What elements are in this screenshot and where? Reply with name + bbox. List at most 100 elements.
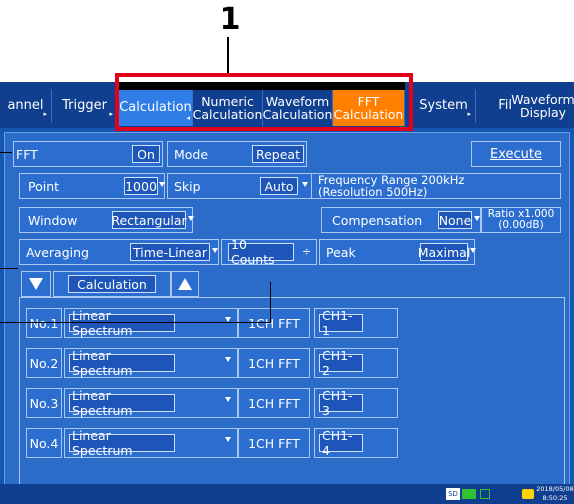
storage-indicator-icon — [462, 489, 476, 499]
dropdown-arrow-icon — [212, 248, 218, 253]
calc-type-value: Linear Spectrum — [69, 348, 175, 378]
point-setting: Point 1000 — [19, 173, 165, 199]
point-label: Point — [28, 178, 60, 194]
fft-settings-panel: FFT On Mode Repeat Execute Point 1000 Sk… — [4, 132, 570, 494]
power-plug-icon — [522, 489, 534, 499]
dropdown-arrow-icon — [474, 216, 480, 221]
dropdown-arrow-icon — [225, 357, 231, 362]
mode-setting: Mode Repeat — [167, 141, 307, 167]
row-number: No.2 — [26, 348, 62, 378]
skip-setting: Skip Auto — [167, 173, 313, 199]
averaging-setting: Averaging Time-Linear — [19, 239, 219, 265]
calc-type-select[interactable]: Linear Spectrum — [64, 308, 238, 338]
calc-type-select[interactable]: Linear Spectrum — [64, 348, 238, 378]
tab-trigger-label: Trigger — [62, 98, 107, 113]
window-value[interactable]: Rectangular — [111, 211, 187, 229]
fft-on-value[interactable]: On — [132, 145, 160, 163]
calc-type-value: Linear Spectrum — [69, 308, 175, 338]
tab-trigger[interactable]: Trigger ▸ — [52, 89, 118, 123]
calc-type-select[interactable]: Linear Spectrum — [64, 428, 238, 458]
list-item: No.2 Linear Spectrum 1CH FFT CH1-2 — [20, 348, 566, 378]
dropdown-arrow-icon — [225, 397, 231, 402]
calculation-list: No.1 Linear Spectrum 1CH FFT CH1-1 No.2 … — [19, 297, 565, 489]
callout-leader-line — [227, 37, 229, 75]
tab-waveform-display[interactable]: Waveform Display — [511, 89, 574, 123]
peak-value[interactable]: Maximal — [418, 243, 470, 261]
averaging-label: Averaging — [26, 244, 89, 260]
stepper-icon[interactable]: ÷ — [302, 245, 311, 258]
compensation-label: Compensation — [332, 212, 423, 228]
tab-system[interactable]: System ▸ — [412, 89, 476, 123]
time-text: 8:50:25 — [542, 494, 568, 502]
dropdown-arrow-icon — [225, 437, 231, 442]
fft-type-text: 1CH FFT — [238, 428, 310, 458]
mode-label: Mode — [174, 146, 209, 162]
scroll-down-button[interactable] — [21, 271, 51, 297]
skip-value[interactable]: Auto — [260, 177, 298, 195]
calculation-header-label: Calculation — [68, 275, 156, 293]
list-item: No.3 Linear Spectrum 1CH FFT CH1-3 — [20, 388, 566, 418]
peak-label: Peak — [326, 244, 356, 260]
leader-line-fft — [0, 152, 12, 153]
dropdown-arrow-icon — [188, 216, 194, 221]
fft-type-text: 1CH FFT — [238, 348, 310, 378]
mode-value[interactable]: Repeat — [252, 145, 304, 163]
triangle-down-icon — [29, 278, 43, 290]
instrument-screen: annel ▸ Trigger ▸ Calculation ◂ Numeric … — [0, 82, 574, 504]
calc-type-select[interactable]: Linear Spectrum — [64, 388, 238, 418]
highlight-box — [115, 73, 413, 131]
tab-system-label: System — [419, 98, 468, 113]
triangle-up-icon — [178, 278, 192, 290]
scroll-up-button[interactable] — [171, 271, 199, 297]
list-item: No.1 Linear Spectrum 1CH FFT CH1-1 — [20, 308, 566, 338]
dropdown-arrow-icon — [302, 182, 308, 187]
execute-button[interactable]: Execute — [471, 141, 561, 167]
row-number: No.3 — [26, 388, 62, 418]
channel-value: CH1-2 — [319, 348, 363, 378]
leader-line-averaging — [0, 268, 18, 269]
tab-arrow-icon: ▸ — [467, 110, 471, 118]
calc-type-value: Linear Spectrum — [69, 388, 175, 418]
channel-select[interactable]: CH1-1 — [314, 308, 398, 338]
leader-line-counts-h — [0, 322, 271, 323]
callout-number-1: 1 — [219, 2, 241, 37]
point-value[interactable]: 1000 — [124, 177, 158, 195]
window-setting: Window Rectangular — [19, 207, 194, 233]
compensation-value[interactable]: None — [438, 211, 472, 229]
channel-select[interactable]: CH1-3 — [314, 388, 398, 418]
row-number: No.4 — [26, 428, 62, 458]
list-item: No.4 Linear Spectrum 1CH FFT CH1-4 — [20, 428, 566, 458]
channel-select[interactable]: CH1-2 — [314, 348, 398, 378]
averaging-value[interactable]: Time-Linear — [130, 243, 210, 261]
fft-type-text: 1CH FFT — [238, 308, 310, 338]
tab-waveform-display-label: Waveform Display — [511, 92, 574, 120]
frequency-range-display: Frequency Range 200kHz (Resolution 500Hz… — [311, 173, 561, 199]
skip-label: Skip — [174, 178, 201, 194]
calc-type-value: Linear Spectrum — [69, 428, 175, 458]
resolution-text: (Resolution 500Hz) — [318, 185, 428, 199]
fft-label: FFT — [16, 146, 38, 162]
execute-label: Execute — [490, 146, 542, 162]
channel-value: CH1-1 — [319, 308, 363, 338]
sd-card-icon: SD — [446, 488, 460, 500]
window-label: Window — [28, 212, 78, 228]
fft-setting: FFT On — [13, 141, 163, 167]
dropdown-arrow-icon — [470, 248, 476, 253]
fft-type-text: 1CH FFT — [238, 388, 310, 418]
date-text: 2018/05/08 — [536, 485, 574, 493]
channel-value: CH1-4 — [319, 428, 363, 458]
channel-value: CH1-3 — [319, 388, 363, 418]
tab-channel[interactable]: annel ▸ — [0, 89, 52, 123]
ratio-db-text: (0.00dB) — [498, 219, 544, 231]
ratio-display: Ratio x1.000 (0.00dB) — [481, 207, 561, 233]
peak-setting: Peak Maximal — [319, 239, 476, 265]
averaging-count-value[interactable]: 10 Counts — [228, 237, 294, 267]
tab-arrow-icon: ▸ — [43, 110, 47, 118]
tab-arrow-icon: ▸ — [109, 110, 113, 118]
network-icon — [480, 489, 490, 499]
compensation-setting: Compensation None — [321, 207, 481, 233]
channel-select[interactable]: CH1-4 — [314, 428, 398, 458]
tab-file[interactable]: Fil — [476, 89, 514, 123]
tab-channel-label: annel — [7, 98, 44, 113]
dropdown-arrow-icon — [159, 182, 165, 187]
